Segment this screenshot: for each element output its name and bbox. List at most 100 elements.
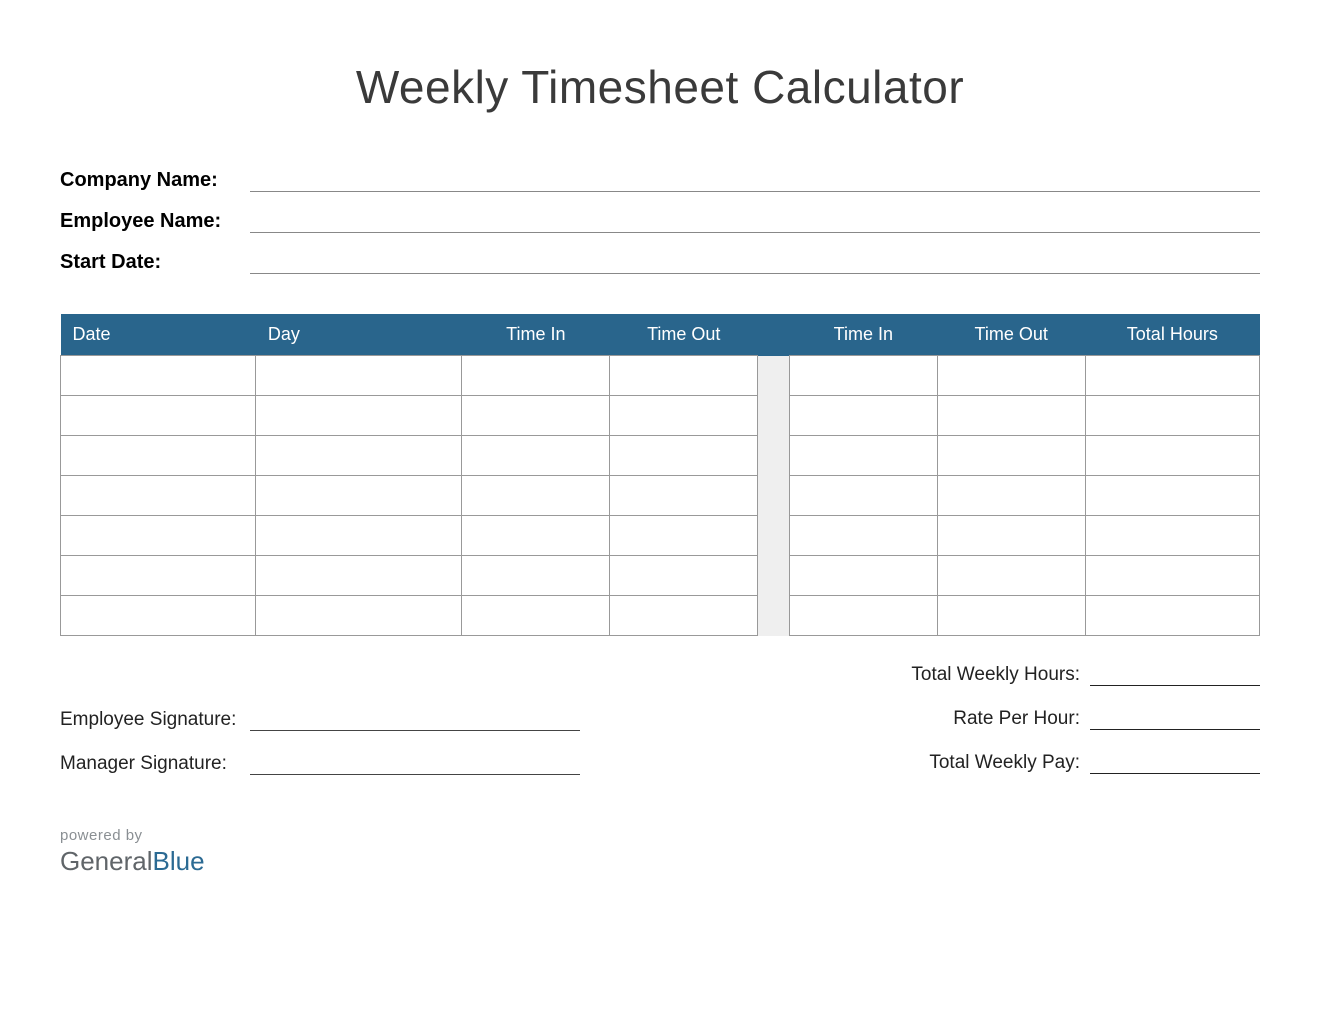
header-time-out-2: Time Out [937, 314, 1085, 356]
cell-input[interactable] [256, 556, 462, 596]
table-row [61, 556, 1260, 596]
table-header-row: Date Day Time In Time Out Time In Time O… [61, 314, 1260, 356]
cell-input[interactable] [937, 356, 1085, 396]
totals-block: Total Weekly Hours: Rate Per Hour: Total… [900, 664, 1260, 797]
cell-input[interactable] [610, 476, 758, 516]
cell-input[interactable] [61, 356, 256, 396]
table-row [61, 596, 1260, 636]
cell-input[interactable] [1085, 436, 1259, 476]
timesheet-document: Weekly Timesheet Calculator Company Name… [0, 0, 1320, 917]
total-weekly-pay-label: Total Weekly Pay: [929, 752, 1090, 774]
cell-input[interactable] [610, 356, 758, 396]
header-gap [758, 314, 790, 356]
cell-input[interactable] [1085, 396, 1259, 436]
cell-input[interactable] [462, 476, 610, 516]
cell-input[interactable] [937, 556, 1085, 596]
start-date-row: Start Date: [60, 251, 1260, 274]
cell-input[interactable] [256, 596, 462, 636]
cell-input[interactable] [256, 356, 462, 396]
cell-input[interactable] [789, 476, 937, 516]
company-name-input-line[interactable] [250, 170, 1260, 192]
cell-input[interactable] [462, 396, 610, 436]
cell-input[interactable] [1085, 516, 1259, 556]
start-date-input-line[interactable] [250, 252, 1260, 274]
total-weekly-hours-label: Total Weekly Hours: [911, 664, 1090, 686]
cell-input[interactable] [789, 556, 937, 596]
cell-input[interactable] [256, 516, 462, 556]
cell-gap [758, 516, 790, 556]
cell-input[interactable] [462, 596, 610, 636]
cell-input[interactable] [462, 436, 610, 476]
employee-signature-label: Employee Signature: [60, 709, 250, 731]
cell-input[interactable] [256, 436, 462, 476]
bottom-section: Employee Signature: Manager Signature: T… [60, 664, 1260, 797]
cell-gap [758, 596, 790, 636]
cell-input[interactable] [937, 596, 1085, 636]
timesheet-tbody [61, 356, 1260, 636]
cell-input[interactable] [789, 356, 937, 396]
total-weekly-pay-line[interactable] [1090, 754, 1260, 774]
timesheet-table: Date Day Time In Time Out Time In Time O… [60, 314, 1260, 636]
cell-gap [758, 476, 790, 516]
timesheet-table-wrap: Date Day Time In Time Out Time In Time O… [60, 314, 1260, 636]
cell-gap [758, 556, 790, 596]
employee-signature-row: Employee Signature: [60, 709, 580, 731]
company-name-row: Company Name: [60, 169, 1260, 192]
cell-gap [758, 356, 790, 396]
employee-name-label: Employee Name: [60, 210, 250, 233]
cell-input[interactable] [61, 436, 256, 476]
cell-input[interactable] [937, 476, 1085, 516]
table-row [61, 476, 1260, 516]
brand-name: GeneralBlue [60, 846, 1260, 877]
manager-signature-line[interactable] [250, 755, 580, 775]
start-date-label: Start Date: [60, 251, 250, 274]
total-weekly-hours-row: Total Weekly Hours: [900, 664, 1260, 686]
cell-input[interactable] [61, 516, 256, 556]
footer-logo: powered by GeneralBlue [60, 827, 1260, 877]
cell-input[interactable] [61, 396, 256, 436]
cell-input[interactable] [61, 556, 256, 596]
total-weekly-hours-line[interactable] [1090, 666, 1260, 686]
cell-input[interactable] [1085, 476, 1259, 516]
cell-input[interactable] [1085, 596, 1259, 636]
signature-block: Employee Signature: Manager Signature: [60, 664, 580, 797]
cell-input[interactable] [61, 596, 256, 636]
rate-per-hour-label: Rate Per Hour: [953, 708, 1090, 730]
cell-input[interactable] [937, 436, 1085, 476]
header-day: Day [256, 314, 462, 356]
cell-input[interactable] [610, 596, 758, 636]
cell-input[interactable] [789, 396, 937, 436]
page-title: Weekly Timesheet Calculator [60, 60, 1260, 114]
cell-input[interactable] [462, 356, 610, 396]
cell-input[interactable] [610, 556, 758, 596]
cell-input[interactable] [462, 556, 610, 596]
manager-signature-row: Manager Signature: [60, 753, 580, 775]
cell-input[interactable] [610, 436, 758, 476]
brand-general: General [60, 846, 153, 876]
manager-signature-label: Manager Signature: [60, 753, 250, 775]
cell-input[interactable] [937, 516, 1085, 556]
cell-input[interactable] [61, 476, 256, 516]
cell-input[interactable] [462, 516, 610, 556]
cell-input[interactable] [1085, 356, 1259, 396]
cell-input[interactable] [789, 516, 937, 556]
employee-signature-line[interactable] [250, 711, 580, 731]
cell-input[interactable] [610, 516, 758, 556]
cell-input[interactable] [789, 596, 937, 636]
cell-input[interactable] [789, 436, 937, 476]
table-row [61, 436, 1260, 476]
brand-blue: Blue [153, 846, 205, 876]
cell-input[interactable] [256, 476, 462, 516]
table-row [61, 396, 1260, 436]
header-date: Date [61, 314, 256, 356]
cell-input[interactable] [1085, 556, 1259, 596]
cell-input[interactable] [610, 396, 758, 436]
total-weekly-pay-row: Total Weekly Pay: [900, 752, 1260, 774]
cell-gap [758, 436, 790, 476]
table-row [61, 356, 1260, 396]
header-total-hours: Total Hours [1085, 314, 1259, 356]
cell-input[interactable] [937, 396, 1085, 436]
employee-name-input-line[interactable] [250, 211, 1260, 233]
cell-input[interactable] [256, 396, 462, 436]
rate-per-hour-line[interactable] [1090, 710, 1260, 730]
